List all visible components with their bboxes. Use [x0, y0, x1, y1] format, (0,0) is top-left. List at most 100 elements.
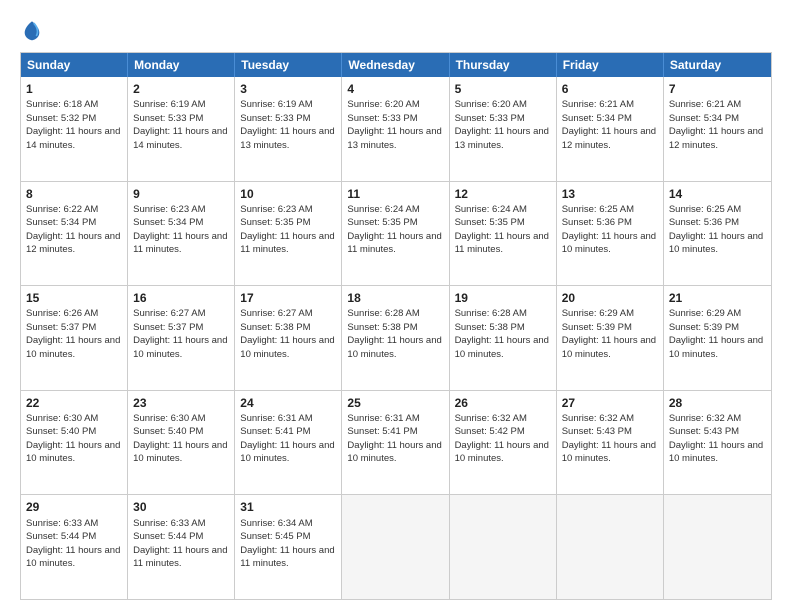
calendar-body: 1 Sunrise: 6:18 AMSunset: 5:32 PMDayligh…	[21, 77, 771, 599]
calendar-cell	[450, 495, 557, 599]
weekday-header-thursday: Thursday	[450, 53, 557, 77]
day-number: 26	[455, 395, 551, 411]
cell-info: Sunrise: 6:22 AMSunset: 5:34 PMDaylight:…	[26, 204, 120, 256]
cell-info: Sunrise: 6:25 AMSunset: 5:36 PMDaylight:…	[562, 204, 656, 256]
day-number: 1	[26, 81, 122, 97]
calendar-cell: 20 Sunrise: 6:29 AMSunset: 5:39 PMDaylig…	[557, 286, 664, 390]
calendar-cell: 16 Sunrise: 6:27 AMSunset: 5:37 PMDaylig…	[128, 286, 235, 390]
calendar-cell: 11 Sunrise: 6:24 AMSunset: 5:35 PMDaylig…	[342, 182, 449, 286]
day-number: 23	[133, 395, 229, 411]
cell-info: Sunrise: 6:19 AMSunset: 5:33 PMDaylight:…	[133, 99, 227, 151]
calendar-cell: 28 Sunrise: 6:32 AMSunset: 5:43 PMDaylig…	[664, 391, 771, 495]
logo-icon	[20, 18, 44, 42]
calendar-cell: 30 Sunrise: 6:33 AMSunset: 5:44 PMDaylig…	[128, 495, 235, 599]
cell-info: Sunrise: 6:33 AMSunset: 5:44 PMDaylight:…	[133, 518, 227, 570]
calendar-cell: 4 Sunrise: 6:20 AMSunset: 5:33 PMDayligh…	[342, 77, 449, 181]
day-number: 12	[455, 186, 551, 202]
calendar-cell: 19 Sunrise: 6:28 AMSunset: 5:38 PMDaylig…	[450, 286, 557, 390]
weekday-header-tuesday: Tuesday	[235, 53, 342, 77]
calendar-cell: 21 Sunrise: 6:29 AMSunset: 5:39 PMDaylig…	[664, 286, 771, 390]
weekday-header-monday: Monday	[128, 53, 235, 77]
day-number: 7	[669, 81, 766, 97]
calendar-row-1: 1 Sunrise: 6:18 AMSunset: 5:32 PMDayligh…	[21, 77, 771, 181]
day-number: 15	[26, 290, 122, 306]
calendar-cell: 7 Sunrise: 6:21 AMSunset: 5:34 PMDayligh…	[664, 77, 771, 181]
calendar-cell	[557, 495, 664, 599]
calendar-row-2: 8 Sunrise: 6:22 AMSunset: 5:34 PMDayligh…	[21, 181, 771, 286]
calendar-cell: 23 Sunrise: 6:30 AMSunset: 5:40 PMDaylig…	[128, 391, 235, 495]
day-number: 19	[455, 290, 551, 306]
weekday-header-friday: Friday	[557, 53, 664, 77]
day-number: 3	[240, 81, 336, 97]
calendar-cell: 26 Sunrise: 6:32 AMSunset: 5:42 PMDaylig…	[450, 391, 557, 495]
day-number: 5	[455, 81, 551, 97]
cell-info: Sunrise: 6:27 AMSunset: 5:37 PMDaylight:…	[133, 308, 227, 360]
cell-info: Sunrise: 6:27 AMSunset: 5:38 PMDaylight:…	[240, 308, 334, 360]
calendar-cell: 8 Sunrise: 6:22 AMSunset: 5:34 PMDayligh…	[21, 182, 128, 286]
calendar-cell: 13 Sunrise: 6:25 AMSunset: 5:36 PMDaylig…	[557, 182, 664, 286]
cell-info: Sunrise: 6:31 AMSunset: 5:41 PMDaylight:…	[240, 413, 334, 465]
day-number: 28	[669, 395, 766, 411]
calendar-cell: 5 Sunrise: 6:20 AMSunset: 5:33 PMDayligh…	[450, 77, 557, 181]
calendar-cell: 18 Sunrise: 6:28 AMSunset: 5:38 PMDaylig…	[342, 286, 449, 390]
cell-info: Sunrise: 6:21 AMSunset: 5:34 PMDaylight:…	[669, 99, 763, 151]
day-number: 2	[133, 81, 229, 97]
calendar-cell: 12 Sunrise: 6:24 AMSunset: 5:35 PMDaylig…	[450, 182, 557, 286]
header	[20, 18, 772, 42]
calendar-cell: 6 Sunrise: 6:21 AMSunset: 5:34 PMDayligh…	[557, 77, 664, 181]
day-number: 24	[240, 395, 336, 411]
day-number: 8	[26, 186, 122, 202]
cell-info: Sunrise: 6:23 AMSunset: 5:35 PMDaylight:…	[240, 204, 334, 256]
calendar-cell: 10 Sunrise: 6:23 AMSunset: 5:35 PMDaylig…	[235, 182, 342, 286]
day-number: 20	[562, 290, 658, 306]
calendar-cell: 17 Sunrise: 6:27 AMSunset: 5:38 PMDaylig…	[235, 286, 342, 390]
cell-info: Sunrise: 6:20 AMSunset: 5:33 PMDaylight:…	[455, 99, 549, 151]
day-number: 22	[26, 395, 122, 411]
day-number: 14	[669, 186, 766, 202]
calendar-cell: 22 Sunrise: 6:30 AMSunset: 5:40 PMDaylig…	[21, 391, 128, 495]
day-number: 13	[562, 186, 658, 202]
day-number: 21	[669, 290, 766, 306]
day-number: 9	[133, 186, 229, 202]
calendar-row-5: 29 Sunrise: 6:33 AMSunset: 5:44 PMDaylig…	[21, 494, 771, 599]
calendar-cell: 24 Sunrise: 6:31 AMSunset: 5:41 PMDaylig…	[235, 391, 342, 495]
cell-info: Sunrise: 6:28 AMSunset: 5:38 PMDaylight:…	[455, 308, 549, 360]
cell-info: Sunrise: 6:31 AMSunset: 5:41 PMDaylight:…	[347, 413, 441, 465]
calendar-cell: 25 Sunrise: 6:31 AMSunset: 5:41 PMDaylig…	[342, 391, 449, 495]
calendar-cell	[342, 495, 449, 599]
cell-info: Sunrise: 6:20 AMSunset: 5:33 PMDaylight:…	[347, 99, 441, 151]
day-number: 29	[26, 499, 122, 515]
calendar-cell: 14 Sunrise: 6:25 AMSunset: 5:36 PMDaylig…	[664, 182, 771, 286]
day-number: 4	[347, 81, 443, 97]
day-number: 27	[562, 395, 658, 411]
logo	[20, 18, 48, 42]
day-number: 16	[133, 290, 229, 306]
calendar-cell: 3 Sunrise: 6:19 AMSunset: 5:33 PMDayligh…	[235, 77, 342, 181]
calendar-header: SundayMondayTuesdayWednesdayThursdayFrid…	[21, 53, 771, 77]
calendar-cell: 15 Sunrise: 6:26 AMSunset: 5:37 PMDaylig…	[21, 286, 128, 390]
cell-info: Sunrise: 6:33 AMSunset: 5:44 PMDaylight:…	[26, 518, 120, 570]
weekday-header-saturday: Saturday	[664, 53, 771, 77]
cell-info: Sunrise: 6:23 AMSunset: 5:34 PMDaylight:…	[133, 204, 227, 256]
day-number: 6	[562, 81, 658, 97]
cell-info: Sunrise: 6:32 AMSunset: 5:43 PMDaylight:…	[669, 413, 763, 465]
cell-info: Sunrise: 6:24 AMSunset: 5:35 PMDaylight:…	[347, 204, 441, 256]
day-number: 18	[347, 290, 443, 306]
calendar-cell: 9 Sunrise: 6:23 AMSunset: 5:34 PMDayligh…	[128, 182, 235, 286]
cell-info: Sunrise: 6:29 AMSunset: 5:39 PMDaylight:…	[562, 308, 656, 360]
cell-info: Sunrise: 6:32 AMSunset: 5:43 PMDaylight:…	[562, 413, 656, 465]
weekday-header-sunday: Sunday	[21, 53, 128, 77]
calendar-cell: 2 Sunrise: 6:19 AMSunset: 5:33 PMDayligh…	[128, 77, 235, 181]
cell-info: Sunrise: 6:19 AMSunset: 5:33 PMDaylight:…	[240, 99, 334, 151]
day-number: 11	[347, 186, 443, 202]
day-number: 10	[240, 186, 336, 202]
calendar-row-4: 22 Sunrise: 6:30 AMSunset: 5:40 PMDaylig…	[21, 390, 771, 495]
page: SundayMondayTuesdayWednesdayThursdayFrid…	[0, 0, 792, 612]
day-number: 17	[240, 290, 336, 306]
cell-info: Sunrise: 6:18 AMSunset: 5:32 PMDaylight:…	[26, 99, 120, 151]
calendar-cell: 27 Sunrise: 6:32 AMSunset: 5:43 PMDaylig…	[557, 391, 664, 495]
cell-info: Sunrise: 6:21 AMSunset: 5:34 PMDaylight:…	[562, 99, 656, 151]
weekday-header-wednesday: Wednesday	[342, 53, 449, 77]
cell-info: Sunrise: 6:28 AMSunset: 5:38 PMDaylight:…	[347, 308, 441, 360]
cell-info: Sunrise: 6:29 AMSunset: 5:39 PMDaylight:…	[669, 308, 763, 360]
